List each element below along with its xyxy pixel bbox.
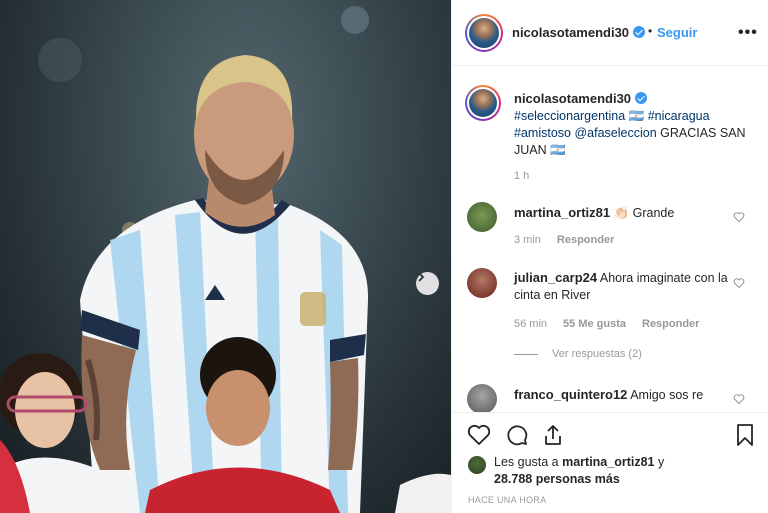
likes-text: Les gusta a martina_ortiz81 y 28.788 per… [494, 454, 754, 488]
comment-body: 👏🏻 Grande [610, 206, 675, 220]
caption-text: nicolasotamendi30 #seleccionargentina 🇦🇷… [514, 90, 754, 159]
comment-meta: 3 min Responder [514, 234, 630, 246]
separator-dot: • [648, 24, 653, 38]
caption-username[interactable]: nicolasotamendi30 [514, 91, 648, 106]
chevron-right-icon [418, 272, 425, 282]
comment-like-heart-icon[interactable] [733, 393, 745, 405]
likes-prefix: Les gusta a [494, 455, 563, 469]
mention-link[interactable]: @afaseleccion [574, 126, 656, 140]
comment-like-heart-icon[interactable] [733, 211, 745, 223]
heart-icon[interactable] [467, 423, 491, 447]
next-photo-button[interactable] [416, 272, 439, 295]
reply-button[interactable]: Responder [642, 318, 699, 330]
comment-time: 3 min [514, 234, 541, 246]
comment-text: martina_ortiz81 👏🏻 Grande [514, 204, 734, 222]
hashtag-link[interactable]: #seleccionargentina [514, 109, 625, 123]
likes-count-link[interactable]: 28.788 personas más [494, 472, 620, 486]
comment-meta: 56 min 55 Me gusta Responder [514, 318, 715, 330]
commenter-avatar[interactable] [467, 202, 497, 232]
header-username[interactable]: nicolasotamendi30 [512, 25, 646, 40]
caption-time: 1 h [514, 170, 530, 182]
caption-avatar[interactable] [465, 85, 501, 121]
post-photo[interactable] [0, 0, 451, 513]
hashtag-link[interactable]: #nicaragua [648, 109, 710, 123]
post-side-panel: nicolasotamendi30 • Seguir ••• nicolasot… [451, 0, 768, 513]
commenter-avatar[interactable] [467, 268, 497, 298]
post-photo-illustration [0, 6, 451, 513]
comment-likes[interactable]: 55 Me gusta [563, 318, 626, 330]
flag-emoji: 🇦🇷 [550, 143, 566, 157]
likes-middle: y [654, 455, 665, 469]
comment-body: Amigo sos re [627, 388, 704, 402]
view-replies-button[interactable]: Ver respuestas (2) [514, 348, 642, 360]
comment-like-heart-icon[interactable] [733, 277, 745, 289]
avatar[interactable] [465, 14, 503, 52]
bookmark-icon[interactable] [733, 423, 757, 447]
action-bar: Les gusta a martina_ortiz81 y 28.788 per… [452, 412, 768, 513]
commenter-username[interactable]: franco_quintero12 [514, 387, 627, 402]
share-icon[interactable] [541, 423, 565, 447]
commenter-username[interactable]: martina_ortiz81 [514, 205, 610, 220]
follow-button[interactable]: Seguir [657, 25, 697, 40]
comment-time: 56 min [514, 318, 548, 330]
liker-username[interactable]: martina_ortiz81 [562, 455, 654, 469]
commenter-avatar[interactable] [467, 384, 497, 414]
comment-text: julian_carp24 Ahora imaginate con la cin… [514, 269, 734, 304]
comment-text: franco_quintero12 Amigo sos re [514, 386, 734, 404]
more-options-icon[interactable]: ••• [738, 24, 758, 42]
post-header: nicolasotamendi30 • Seguir ••• [452, 0, 768, 66]
flag-emoji: 🇦🇷 [625, 109, 648, 123]
hashtag-link[interactable]: #amistoso [514, 126, 571, 140]
verified-badge-icon [635, 92, 648, 104]
verified-badge-icon [633, 26, 646, 38]
liker-avatar[interactable] [468, 456, 486, 474]
commenter-username[interactable]: julian_carp24 [514, 270, 597, 285]
comment-icon[interactable] [505, 423, 529, 447]
reply-button[interactable]: Responder [557, 234, 614, 246]
post-timestamp: HACE UNA HORA [468, 495, 547, 505]
